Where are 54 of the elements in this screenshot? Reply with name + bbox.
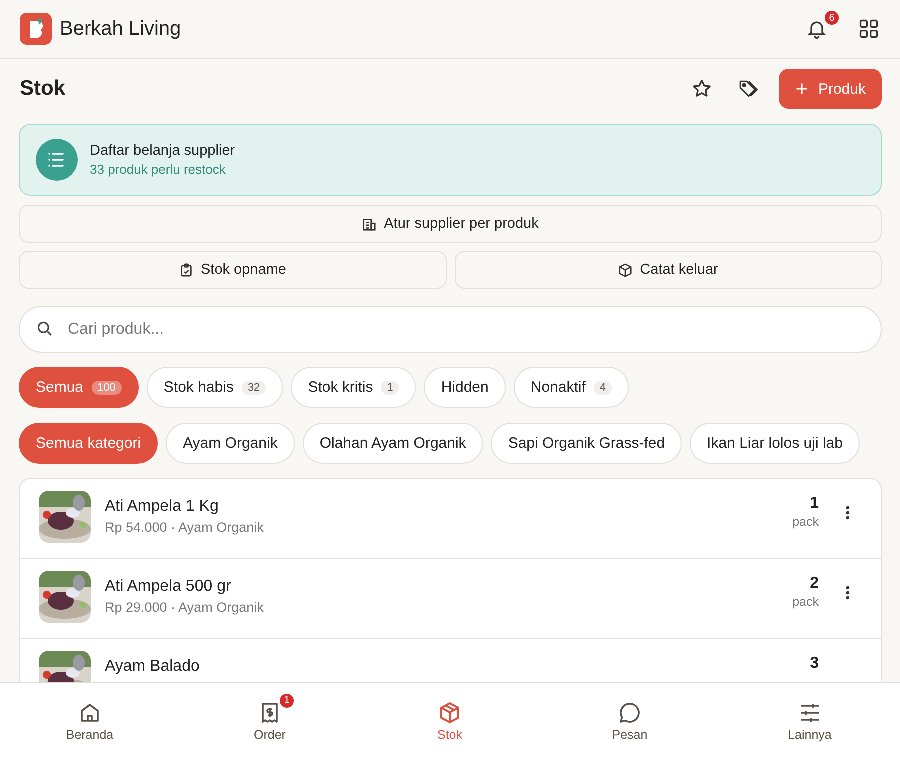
list-icon [36, 139, 78, 181]
status-filter-chip[interactable]: Stok habis 32 [146, 367, 284, 408]
product-price: Rp 54.000 · Ayam Organik [105, 520, 265, 535]
product-price: Rp 29.000 · Ayam Organik [105, 600, 265, 615]
plus-icon [795, 82, 810, 96]
category-chip[interactable]: Sapi Organik Grass-fed [491, 423, 682, 464]
stock-unit: pack [792, 595, 819, 609]
product-name: Ati Ampela 1 Kg [105, 498, 220, 516]
building-icon [362, 216, 378, 232]
category-chip[interactable]: Ikan Liar lolos uji lab [690, 423, 860, 464]
category-chip[interactable]: Semua kategori [19, 423, 158, 464]
app-name: Berkah Living [60, 18, 182, 40]
chat-icon [618, 700, 642, 724]
box-icon [438, 700, 462, 724]
status-filter-chip[interactable]: Stok kritis 1 [291, 367, 416, 408]
star-icon[interactable] [691, 78, 714, 100]
nav-item[interactable]: 1 Order [180, 683, 360, 759]
nav-item[interactable]: Pesan [540, 683, 720, 759]
search-field[interactable]: Cari produk... [19, 306, 882, 353]
nav-item[interactable]: Lainnya [720, 683, 900, 759]
product-name: Ayam Balado [105, 658, 201, 676]
stock-unit: pack [792, 515, 819, 529]
clipboard-icon [179, 262, 194, 278]
notification-badge: 6 [823, 9, 841, 27]
logo-icon [20, 13, 52, 45]
status-filter-chip[interactable]: Nonaktif 4 [514, 367, 630, 408]
action-button[interactable]: Catat keluar [454, 251, 882, 289]
tag-icon[interactable] [737, 78, 760, 100]
stock-quantity: 2 [810, 575, 819, 593]
banner-subtitle: 33 produk perlu restock [90, 162, 227, 177]
count-badge: 4 [594, 380, 612, 394]
box-icon [618, 262, 634, 278]
product-name: Ati Ampela 500 gr [105, 578, 232, 596]
count-badge: 1 [381, 380, 400, 394]
stock-quantity: 1 [810, 495, 819, 513]
action-button[interactable]: Atur supplier per produk [19, 205, 882, 243]
grid-icon[interactable] [858, 18, 880, 40]
status-filter-chip[interactable]: Hidden [424, 367, 506, 408]
banner-title: Daftar belanja supplier [90, 143, 236, 159]
category-chip[interactable]: Ayam Organik [166, 423, 295, 464]
supplier-banner[interactable]: Daftar belanja supplier 33 produk perlu restock [19, 124, 882, 196]
action-button[interactable]: Stok opname [19, 251, 446, 289]
page-title: Stok [20, 77, 66, 101]
more-icon[interactable] [845, 505, 851, 521]
category-chip[interactable]: Olahan Ayam Organik [302, 423, 484, 464]
stock-quantity: 3 [810, 655, 819, 673]
order-badge: 1 [278, 692, 296, 710]
status-filter-chip[interactable]: Semua 100 [19, 367, 139, 408]
count-badge: 32 [242, 380, 266, 394]
nav-item[interactable]: Beranda [0, 683, 180, 759]
more-icon[interactable] [845, 585, 851, 601]
add-product-button[interactable]: Produk [779, 69, 882, 109]
count-badge: 100 [92, 380, 122, 394]
nav-item[interactable]: Stok [360, 683, 540, 759]
